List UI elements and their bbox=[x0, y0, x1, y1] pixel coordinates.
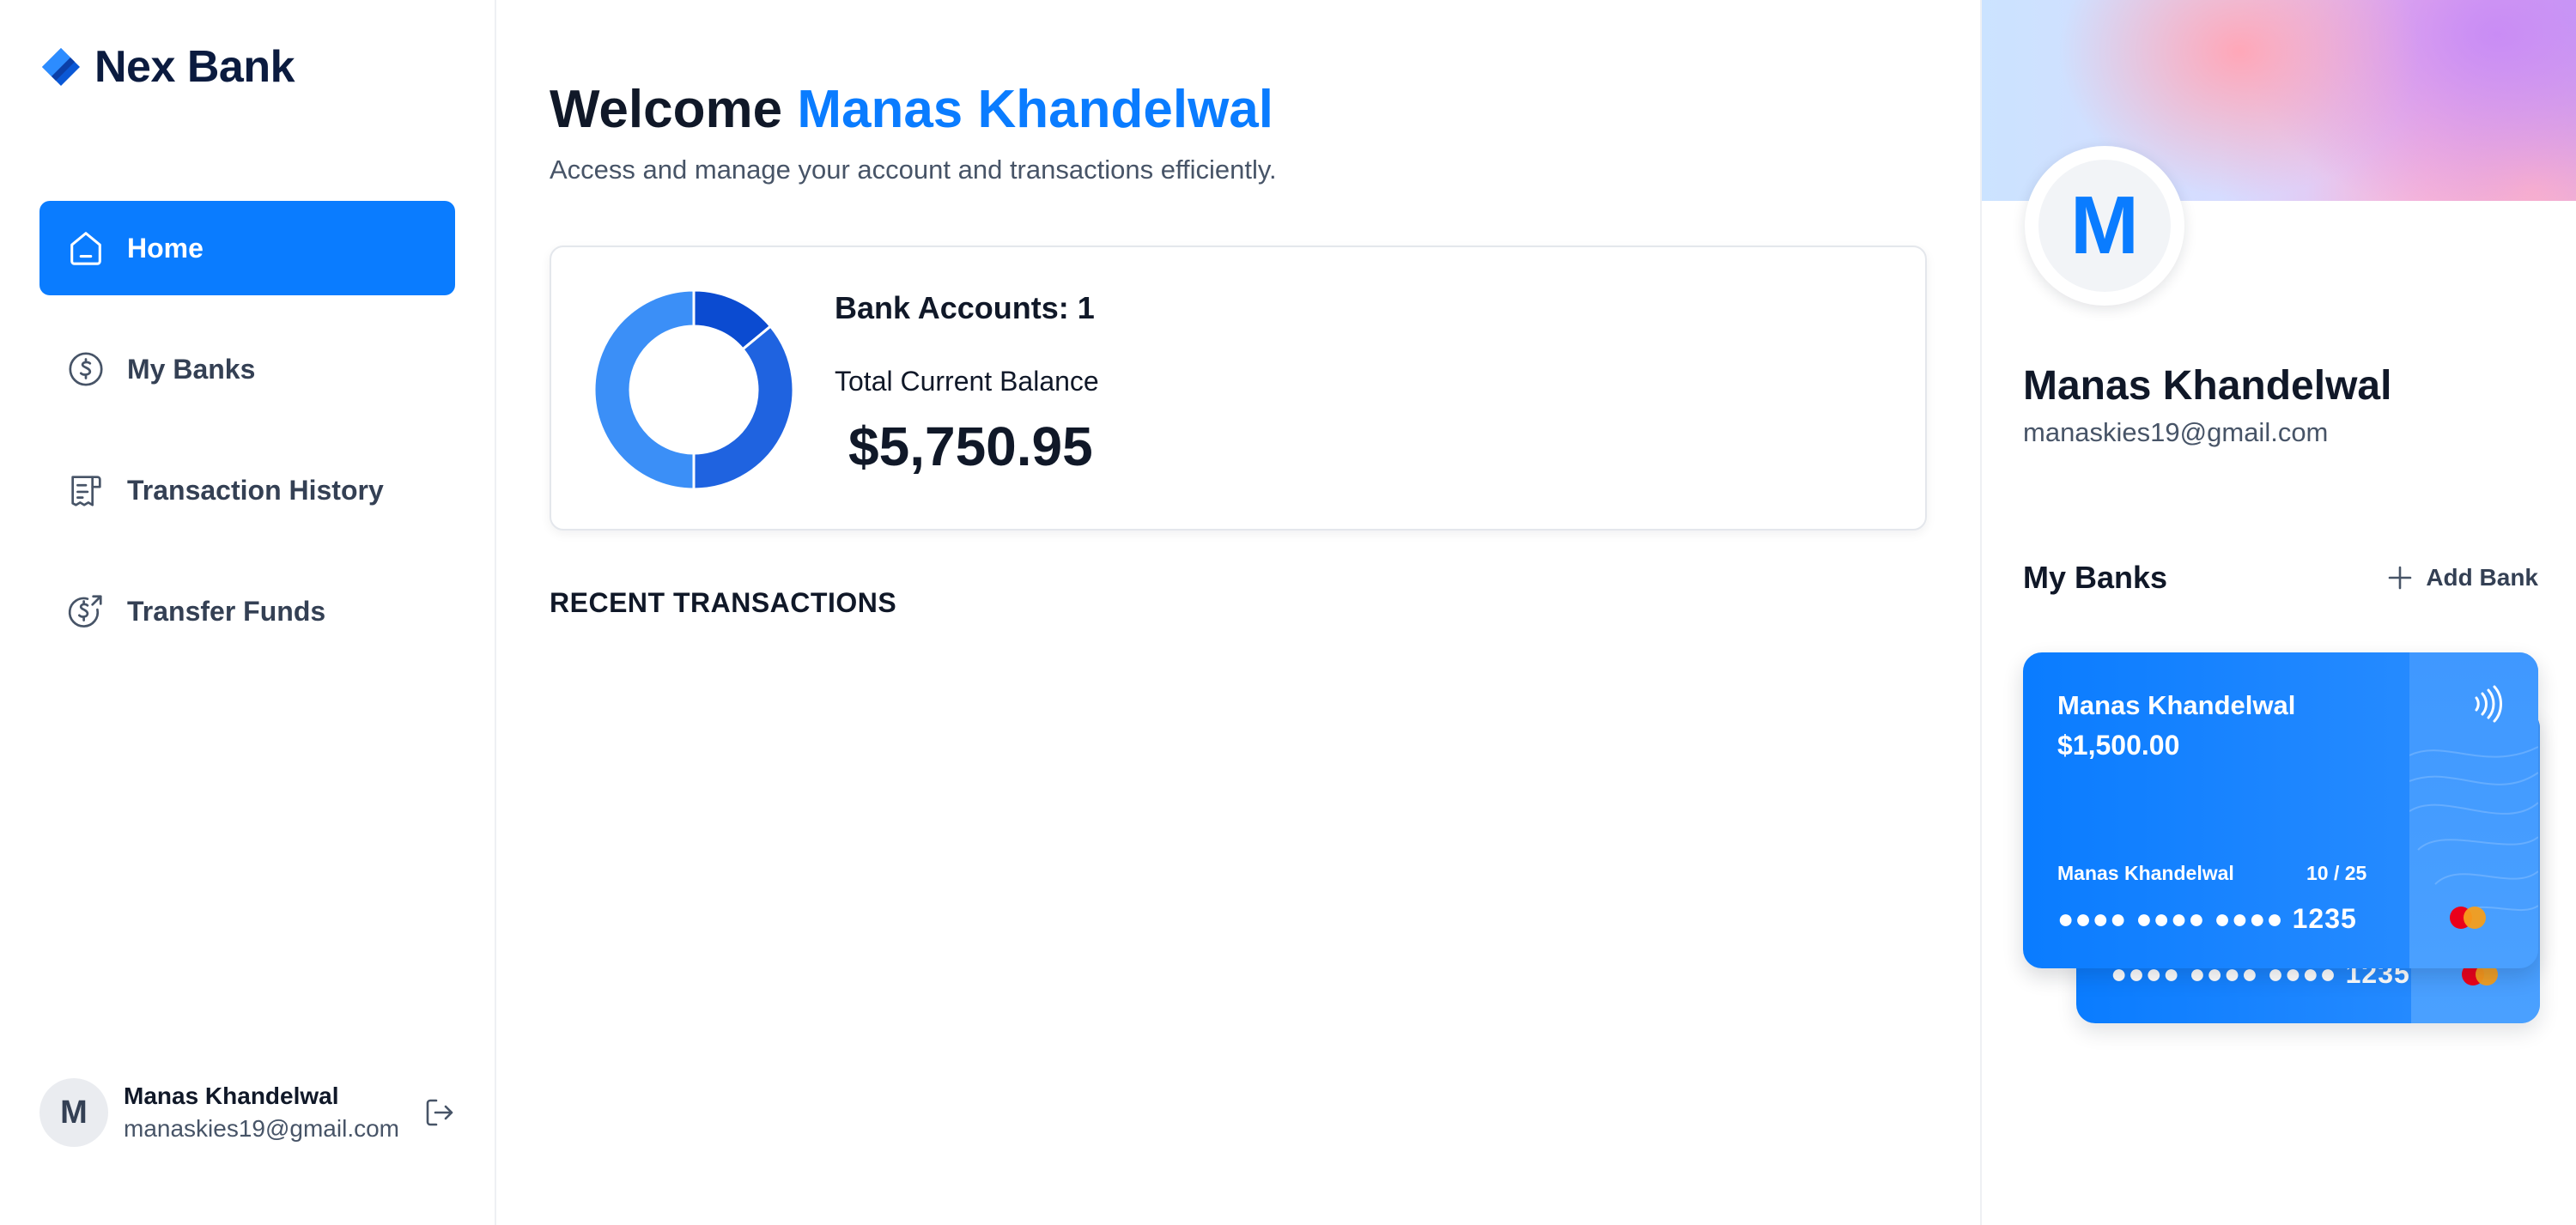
mastercard-icon bbox=[2450, 907, 2486, 929]
donut-segment-2 bbox=[592, 288, 696, 491]
contactless-icon bbox=[2475, 685, 2502, 723]
total-balance-label: Total Current Balance bbox=[835, 366, 1099, 397]
welcome-prefix: Welcome bbox=[550, 80, 783, 139]
app-name: Nex Bank bbox=[94, 42, 295, 92]
add-bank-button[interactable]: Add Bank bbox=[2386, 564, 2538, 591]
welcome-user-name: Manas Khandelwal bbox=[797, 80, 1274, 139]
plus-icon bbox=[2389, 566, 2412, 590]
home-icon bbox=[65, 227, 106, 269]
card-holder-name-small: Manas Khandelwal bbox=[2057, 862, 2234, 884]
money-send-icon bbox=[65, 591, 106, 632]
sidebar-item-home[interactable]: Home bbox=[39, 201, 455, 295]
card-holder-name: Manas Khandelwal bbox=[2057, 690, 2296, 720]
footer-user-name: Manas Khandelwal bbox=[124, 1082, 339, 1109]
profile-name: Manas Khandelwal bbox=[2023, 363, 2392, 409]
recent-transactions-title: RECENT TRANSACTIONS bbox=[550, 587, 897, 618]
logo[interactable]: Nex Bank bbox=[39, 41, 295, 93]
card-balance: $1,500.00 bbox=[2057, 730, 2180, 761]
sidebar-item-transaction-history[interactable]: Transaction History bbox=[39, 443, 455, 537]
sidebar: Nex Bank Home My Banks Transaction Histo… bbox=[0, 0, 496, 1225]
sidebar-item-transfer-funds[interactable]: Transfer Funds bbox=[39, 564, 455, 658]
dollar-circle-icon bbox=[65, 349, 106, 390]
add-bank-label: Add Bank bbox=[2426, 564, 2538, 591]
logout-icon bbox=[426, 1099, 453, 1126]
bank-accounts-count: Bank Accounts: 1 bbox=[835, 290, 1095, 325]
total-balance-value: $5,750.95 bbox=[848, 415, 1093, 477]
receipt-icon bbox=[65, 470, 106, 511]
my-banks-title: My Banks bbox=[2023, 560, 2168, 595]
profile-email: manaskies19@gmail.com bbox=[2023, 417, 2329, 447]
donut-segment-1 bbox=[692, 324, 795, 491]
sidebar-item-my-banks[interactable]: My Banks bbox=[39, 322, 455, 416]
logout-button[interactable] bbox=[419, 1092, 460, 1133]
footer-user-email: manaskies19@gmail.com bbox=[124, 1115, 399, 1142]
bank-card-primary[interactable]: Manas Khandelwal $1,500.00 Manas Khandel… bbox=[2023, 652, 2538, 968]
sidebar-item-label: Transaction History bbox=[127, 474, 384, 506]
profile-avatar[interactable]: M bbox=[2025, 146, 2184, 306]
sidebar-item-label: My Banks bbox=[127, 353, 256, 385]
card-number: ●●●● ●●●● ●●●● 1235 bbox=[2057, 903, 2357, 934]
right-sidebar: M Manas Khandelwal manaskies19@gmail.com… bbox=[1980, 0, 2576, 1225]
balance-info: Bank Accounts: 1 Total Current Balance $… bbox=[835, 290, 1099, 478]
sidebar-nav: Home My Banks Transaction History Transf… bbox=[39, 201, 455, 685]
my-banks-header: My Banks Add Bank bbox=[2023, 560, 2538, 596]
sidebar-item-label: Home bbox=[127, 232, 204, 264]
avatar[interactable]: M bbox=[39, 1078, 108, 1147]
nex-bank-logo-icon bbox=[42, 48, 80, 86]
sidebar-user-footer: M Manas Khandelwal manaskies19@gmail.com bbox=[39, 1077, 460, 1148]
total-balance-card: Bank Accounts: 1 Total Current Balance $… bbox=[550, 246, 1927, 531]
sidebar-item-label: Transfer Funds bbox=[127, 595, 326, 627]
card-expiry: 10 / 25 bbox=[2306, 862, 2367, 884]
page-subtitle: Access and manage your account and trans… bbox=[550, 155, 1277, 185]
balance-donut-chart bbox=[592, 288, 795, 491]
page-title: Welcome Manas Khandelwal bbox=[550, 79, 1273, 140]
footer-user-info: Manas Khandelwal manaskies19@gmail.com bbox=[124, 1082, 419, 1143]
